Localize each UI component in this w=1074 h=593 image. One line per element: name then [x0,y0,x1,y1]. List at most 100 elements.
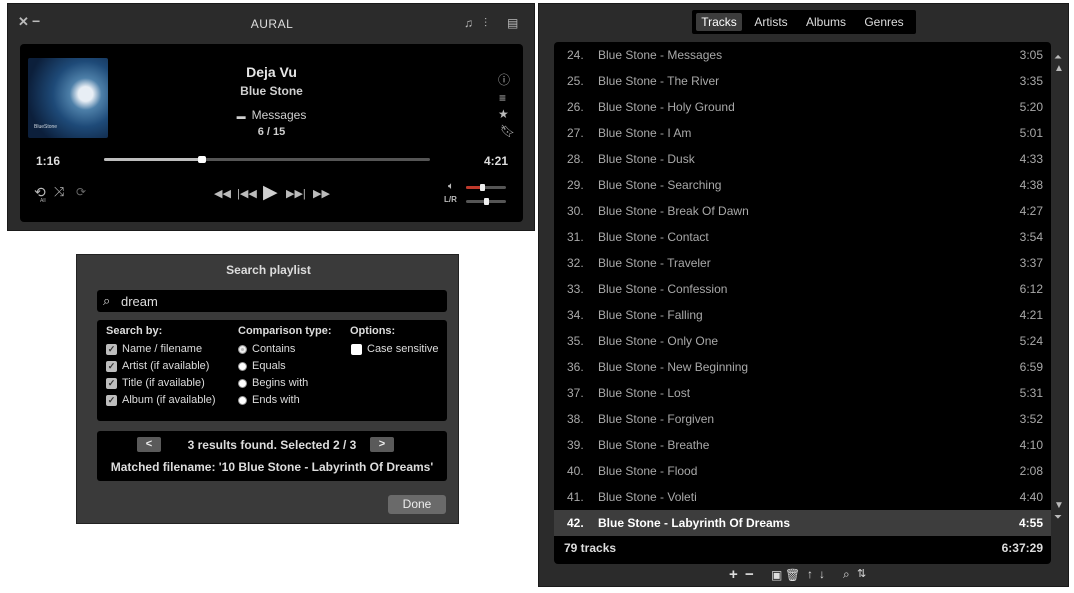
table-row[interactable]: 40. Blue Stone - Flood 2:08 [554,458,1051,484]
volume-icon[interactable]: 🔈︎ [448,181,454,193]
bookmark-icon[interactable]: 🔖︎ [500,125,515,137]
move-up-icon[interactable]: ↑ [807,567,813,581]
tab-albums[interactable]: Albums [800,13,852,31]
balance-knob[interactable] [484,198,489,205]
page-up-icon[interactable]: ▲ [1054,63,1064,75]
layout-icon[interactable]: ▤ [507,17,518,29]
table-row[interactable]: 26. Blue Stone - Holy Ground 5:20 [554,94,1051,120]
shuffle-icon[interactable]: ⤨ [54,185,64,198]
comparison-contains-radio[interactable]: Contains [238,343,295,355]
search-by-title-label: Title (if available) [122,377,205,389]
remove-tracks-icon[interactable]: − [745,566,754,583]
case-sensitive-checkbox[interactable]: Case sensitive [351,343,439,355]
tab-artists[interactable]: Artists [746,13,796,31]
comparison-ends-label: Ends with [252,394,300,406]
search-box: ⌕ [97,290,447,312]
search-by-name-label: Name / filename [122,343,203,355]
track-number: 6 / 15 [257,126,286,138]
track-number-cell: 28. [567,152,584,166]
search-by-artist-checkbox[interactable]: ✓ Artist (if available) [106,360,209,372]
search-by-title-checkbox[interactable]: ✓ Title (if available) [106,377,205,389]
track-number-cell: 37. [567,386,584,400]
playlist-toggle-icon[interactable]: ♫ [464,17,473,29]
track-title-cell: Blue Stone - New Beginning [598,360,749,374]
volume-slider[interactable] [466,184,506,191]
checkbox-check-icon: ✓ [106,343,117,355]
search-input[interactable] [121,293,421,309]
track-duration-cell: 4:10 [1019,438,1043,452]
radio-dot-icon [238,378,247,388]
table-row[interactable]: 27. Blue Stone - I Am 5:01 [554,120,1051,146]
checkbox-empty-icon [351,343,362,355]
seek-forward-icon[interactable]: ▶▶ [313,188,330,200]
track-number-cell: 26. [567,100,584,114]
volume-knob[interactable] [480,184,485,191]
table-row[interactable]: 38. Blue Stone - Forgiven 3:52 [554,406,1051,432]
track-number-cell: 25. [567,74,584,88]
next-track-icon[interactable]: ▶▶| [286,188,306,200]
table-row[interactable]: 41. Blue Stone - Voleti 4:40 [554,484,1051,510]
table-row[interactable]: 36. Blue Stone - New Beginning 6:59 [554,354,1051,380]
comparison-begins-radio[interactable]: Begins with [238,377,308,389]
track-number-cell: 27. [567,126,584,140]
scroll-to-bottom-icon[interactable]: ⏷ [1054,512,1062,524]
table-row[interactable]: 33. Blue Stone - Confession 6:12 [554,276,1051,302]
seek-slider[interactable] [104,156,430,163]
comparison-equals-radio[interactable]: Equals [238,360,286,372]
album-icon: ▬ [236,111,246,121]
add-tracks-icon[interactable]: + [729,566,738,583]
table-row[interactable]: 25. Blue Stone - The River 3:35 [554,68,1051,94]
track-duration-cell: 3:37 [1019,256,1043,270]
track-number-cell: 32. [567,256,584,270]
tab-genres[interactable]: Genres [856,13,912,31]
track-title-cell: Blue Stone - Breathe [598,438,710,452]
search-by-heading: Search by: [106,325,163,337]
track-duration-cell: 4:40 [1019,490,1043,504]
radio-dot-icon [238,361,247,371]
track-artist: Blue Stone [240,84,303,98]
info-icon[interactable]: ⓘ [498,74,510,86]
move-down-icon[interactable]: ↓ [819,567,825,581]
track-title-cell: Blue Stone - Contact [598,230,709,244]
table-row[interactable]: 35. Blue Stone - Only One 5:24 [554,328,1051,354]
track-title-cell: Blue Stone - Lost [598,386,691,400]
ab-loop-icon[interactable]: ⟳ [76,186,86,198]
done-button[interactable]: Done [388,495,446,514]
favorite-star-icon[interactable]: ★ [498,108,509,120]
table-row[interactable]: 34. Blue Stone - Falling 4:21 [554,302,1051,328]
equalizer-icon[interactable]: ⫶ [484,17,487,29]
seek-knob[interactable] [197,156,206,163]
table-row[interactable]: 30. Blue Stone - Break Of Dawn 4:27 [554,198,1051,224]
table-row[interactable]: 28. Blue Stone - Dusk 4:33 [554,146,1051,172]
clear-playlist-icon[interactable]: 🗑︎ [785,568,800,582]
track-duration-cell: 2:08 [1019,464,1043,478]
track-title: Deja Vu [246,64,297,80]
save-playlist-icon[interactable]: ▣ [771,568,782,582]
balance-slider[interactable] [466,198,506,205]
track-number-cell: 38. [567,412,584,426]
track-title-cell: Blue Stone - Flood [598,464,698,478]
search-playlist-icon[interactable]: ⌕ [843,567,850,582]
table-row[interactable]: 24. Blue Stone - Messages 3:05 [554,42,1051,68]
next-result-button[interactable]: > [370,437,394,452]
play-icon[interactable]: ▶ [263,183,278,202]
table-row[interactable]: 32. Blue Stone - Traveler 3:37 [554,250,1051,276]
show-in-playlist-icon[interactable]: ≡ [499,92,506,104]
playlist-summary: 79 tracks 6:37:29 [554,532,1051,564]
sort-playlist-icon[interactable]: ⇅ [857,567,866,580]
table-row[interactable]: 39. Blue Stone - Breathe 4:10 [554,432,1051,458]
table-row[interactable]: 31. Blue Stone - Contact 3:54 [554,224,1051,250]
comparison-heading: Comparison type: [238,325,332,337]
comparison-ends-radio[interactable]: Ends with [238,394,300,406]
search-by-name-checkbox[interactable]: ✓ Name / filename [106,343,202,355]
previous-track-icon[interactable]: |◀◀ [237,188,257,200]
page-down-icon[interactable]: ▼ [1054,500,1064,512]
search-by-album-checkbox[interactable]: ✓ Album (if available) [106,394,216,406]
repeat-icon[interactable]: ⟲ [34,185,46,199]
table-row[interactable]: 37. Blue Stone - Lost 5:31 [554,380,1051,406]
table-row[interactable]: 29. Blue Stone - Searching 4:38 [554,172,1051,198]
tab-tracks[interactable]: Tracks [696,13,742,31]
seek-backward-icon[interactable]: ◀◀ [214,188,231,200]
player-window: ✕ − AURAL ♫ ⫶ ▤ BlueStone Deja Vu Blue S… [7,3,535,231]
comparison-contains-label: Contains [252,343,296,355]
